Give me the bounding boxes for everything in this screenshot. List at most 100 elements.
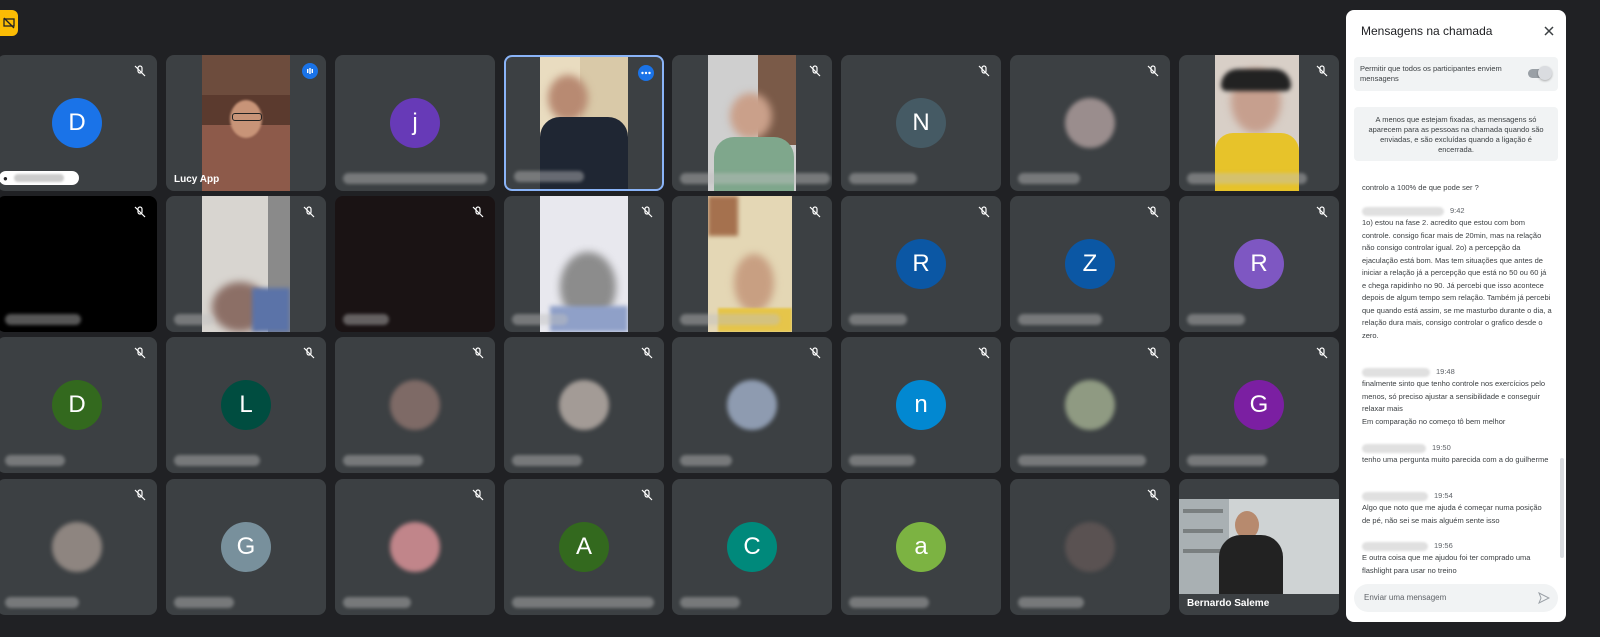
participant-name <box>5 314 81 325</box>
participant-name <box>1187 455 1267 466</box>
participant-tile[interactable]: D <box>0 337 157 473</box>
avatar <box>52 522 102 572</box>
participant-tile[interactable] <box>504 196 664 332</box>
avatar <box>1065 522 1115 572</box>
participant-name <box>512 314 568 325</box>
participant-name <box>1018 455 1146 466</box>
participant-tile[interactable] <box>335 337 495 473</box>
message-time: 19:50 <box>1432 443 1451 452</box>
participant-tile[interactable]: G <box>1179 337 1339 473</box>
message-sender <box>1362 444 1426 453</box>
participant-name <box>343 173 487 184</box>
video-feed <box>202 55 290 191</box>
participant-tile[interactable]: C <box>672 479 832 615</box>
close-icon[interactable] <box>1542 24 1556 38</box>
avatar <box>727 380 777 430</box>
video-feed <box>540 57 628 189</box>
participant-tile[interactable]: n <box>841 337 1001 473</box>
more-options-icon[interactable] <box>638 65 654 81</box>
participant-tile[interactable] <box>1010 55 1170 191</box>
message-text: E outra coisa que me ajudou foi ter comp… <box>1362 553 1531 575</box>
participant-tile[interactable] <box>672 196 832 332</box>
participant-tile[interactable] <box>335 196 495 332</box>
message-time: 19:54 <box>1434 491 1453 500</box>
avatar: a <box>896 522 946 572</box>
message-time: 19:48 <box>1436 367 1455 376</box>
message-text: 1o) estou na fase 2. acredito que estou … <box>1362 218 1552 340</box>
message-input[interactable]: Enviar uma mensagem <box>1354 584 1558 612</box>
avatar: C <box>727 522 777 572</box>
participant-tile[interactable]: G <box>166 479 326 615</box>
mic-off-icon <box>134 489 146 501</box>
avatar: L <box>221 380 271 430</box>
video-feed <box>1215 55 1299 191</box>
participant-tile[interactable] <box>1179 55 1339 191</box>
participant-name <box>174 455 260 466</box>
participant-name <box>849 597 929 608</box>
chat-scrollbar[interactable] <box>1560 458 1564 558</box>
participant-tile[interactable]: R <box>841 196 1001 332</box>
participant-tile[interactable]: R <box>1179 196 1339 332</box>
message-text: tenho uma pergunta muito parecida com a … <box>1362 455 1549 464</box>
participant-tile[interactable]: j <box>335 55 495 191</box>
mic-off-icon <box>641 206 653 218</box>
avatar <box>1065 380 1115 430</box>
video-feed <box>1179 499 1339 594</box>
avatar <box>559 380 609 430</box>
participant-tile[interactable] <box>1010 479 1170 615</box>
chat-info-notice: A menos que estejam fixadas, as mensagen… <box>1354 107 1558 161</box>
video-feed <box>708 55 796 191</box>
participant-tile[interactable]: L <box>166 337 326 473</box>
video-feed <box>708 196 792 332</box>
send-icon[interactable] <box>1538 592 1550 604</box>
avatar: G <box>1234 380 1284 430</box>
participant-tile[interactable]: D ● <box>0 55 157 191</box>
video-feed <box>202 196 290 332</box>
message-sender <box>1362 368 1430 377</box>
mic-off-icon <box>978 347 990 359</box>
participant-tile[interactable] <box>335 479 495 615</box>
participant-name <box>5 455 65 466</box>
participant-tile[interactable] <box>1010 337 1170 473</box>
participant-name <box>5 597 79 608</box>
participant-name <box>512 455 582 466</box>
mic-off-icon <box>809 65 821 77</box>
avatar: G <box>221 522 271 572</box>
avatar: R <box>896 239 946 289</box>
participant-tile[interactable] <box>0 196 157 332</box>
participant-tile[interactable]: A <box>504 479 664 615</box>
participant-name <box>849 455 915 466</box>
message-sender <box>1362 207 1444 216</box>
mic-off-icon <box>134 347 146 359</box>
participant-tile-pinned[interactable] <box>504 55 664 191</box>
avatar: D <box>52 380 102 430</box>
participant-tile[interactable]: Z <box>1010 196 1170 332</box>
mic-off-icon <box>641 347 653 359</box>
participant-tile[interactable] <box>672 337 832 473</box>
participant-name <box>680 597 740 608</box>
participant-tile[interactable] <box>166 196 326 332</box>
participant-name <box>514 171 584 182</box>
avatar: R <box>1234 239 1284 289</box>
mic-off-icon <box>303 206 315 218</box>
presentation-off-icon <box>3 17 15 29</box>
participant-name <box>174 597 234 608</box>
participant-name <box>680 173 830 184</box>
participant-name <box>1018 314 1102 325</box>
participant-tile-lucy[interactable]: Lucy App <box>166 55 326 191</box>
participant-tile[interactable] <box>672 55 832 191</box>
participant-name: Bernardo Saleme <box>1187 598 1270 609</box>
participant-tile[interactable] <box>504 337 664 473</box>
participant-tile-bernardo[interactable]: Bernardo Saleme <box>1179 479 1339 615</box>
top-left-badge[interactable] <box>0 10 18 36</box>
speaking-icon <box>302 63 318 79</box>
chat-info-text: A menos que estejam fixadas, as mensagen… <box>1368 115 1544 154</box>
mic-off-icon <box>809 347 821 359</box>
mic-off-icon <box>1316 65 1328 77</box>
participant-tile[interactable]: N <box>841 55 1001 191</box>
participant-tile[interactable]: a <box>841 479 1001 615</box>
mic-off-icon <box>809 206 821 218</box>
chat-message: 19:56 E outra coisa que me ajudou foi te… <box>1362 540 1552 577</box>
participant-name <box>849 314 907 325</box>
participant-tile[interactable] <box>0 479 157 615</box>
